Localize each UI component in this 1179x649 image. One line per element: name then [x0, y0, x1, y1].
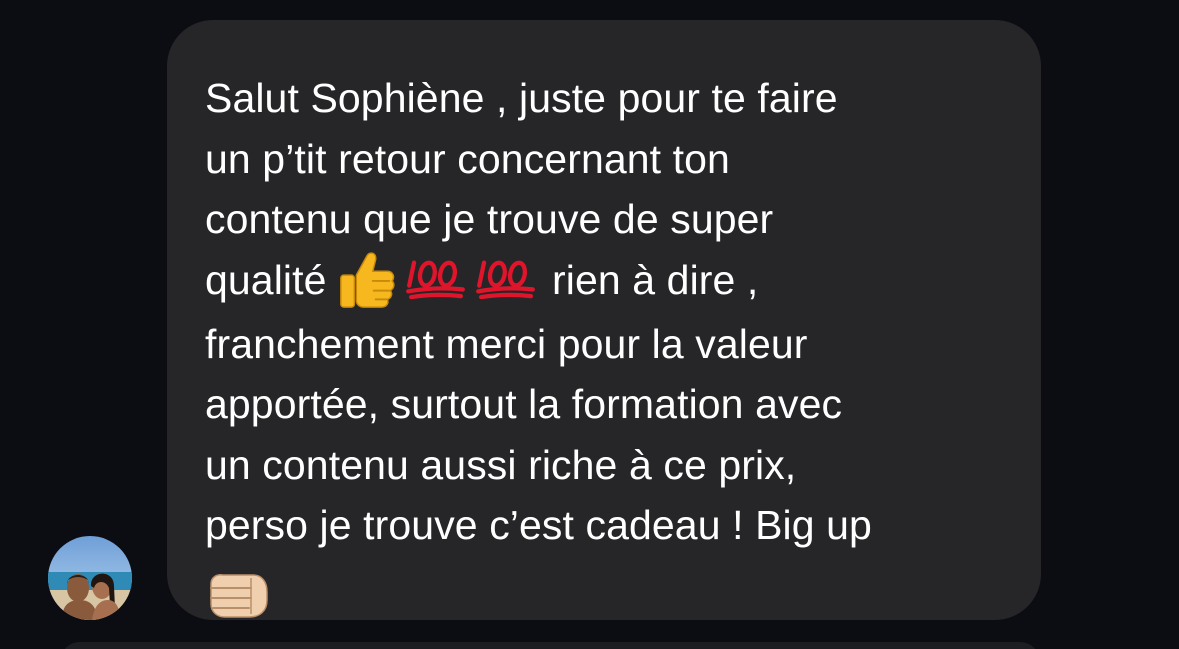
hundred-points-emoji-icon [475, 260, 535, 299]
message-line-6: apportée, surtout la formation avec [205, 381, 843, 428]
message-line-1: Salut Sophiène , juste pour te faire [205, 75, 838, 121]
avatar-photo-icon [48, 536, 132, 620]
message-line-2: un p’tit retour concernant ton [205, 135, 730, 182]
thumbs-up-emoji-icon [339, 252, 395, 308]
dm-conversation-screen: Salut Sophiène , juste pour te faire un … [0, 0, 1179, 649]
hundred-points-emoji-icon [405, 260, 465, 299]
message-line-5: franchement merci pour la valeur [205, 320, 808, 367]
oncoming-fist-emoji-icon [210, 573, 268, 618]
received-message-bubble[interactable]: Salut Sophiène , juste pour te faire un … [167, 20, 1041, 620]
message-line-7: un contenu aussi riche à ce prix, [205, 441, 797, 488]
message-line-4: qualité rien à dire , [205, 250, 1011, 314]
message-line-9 [205, 556, 1011, 618]
message-line-3: contenu que je trouve de super [205, 196, 774, 242]
sender-avatar[interactable] [48, 536, 132, 620]
message-line-4-start: qualité [205, 256, 327, 303]
message-line-4-end: rien à dire , [540, 256, 759, 303]
message-line-8: perso je trouve c’est cadeau ! Big up [205, 502, 872, 549]
next-message-bubble-edge [60, 642, 1040, 649]
